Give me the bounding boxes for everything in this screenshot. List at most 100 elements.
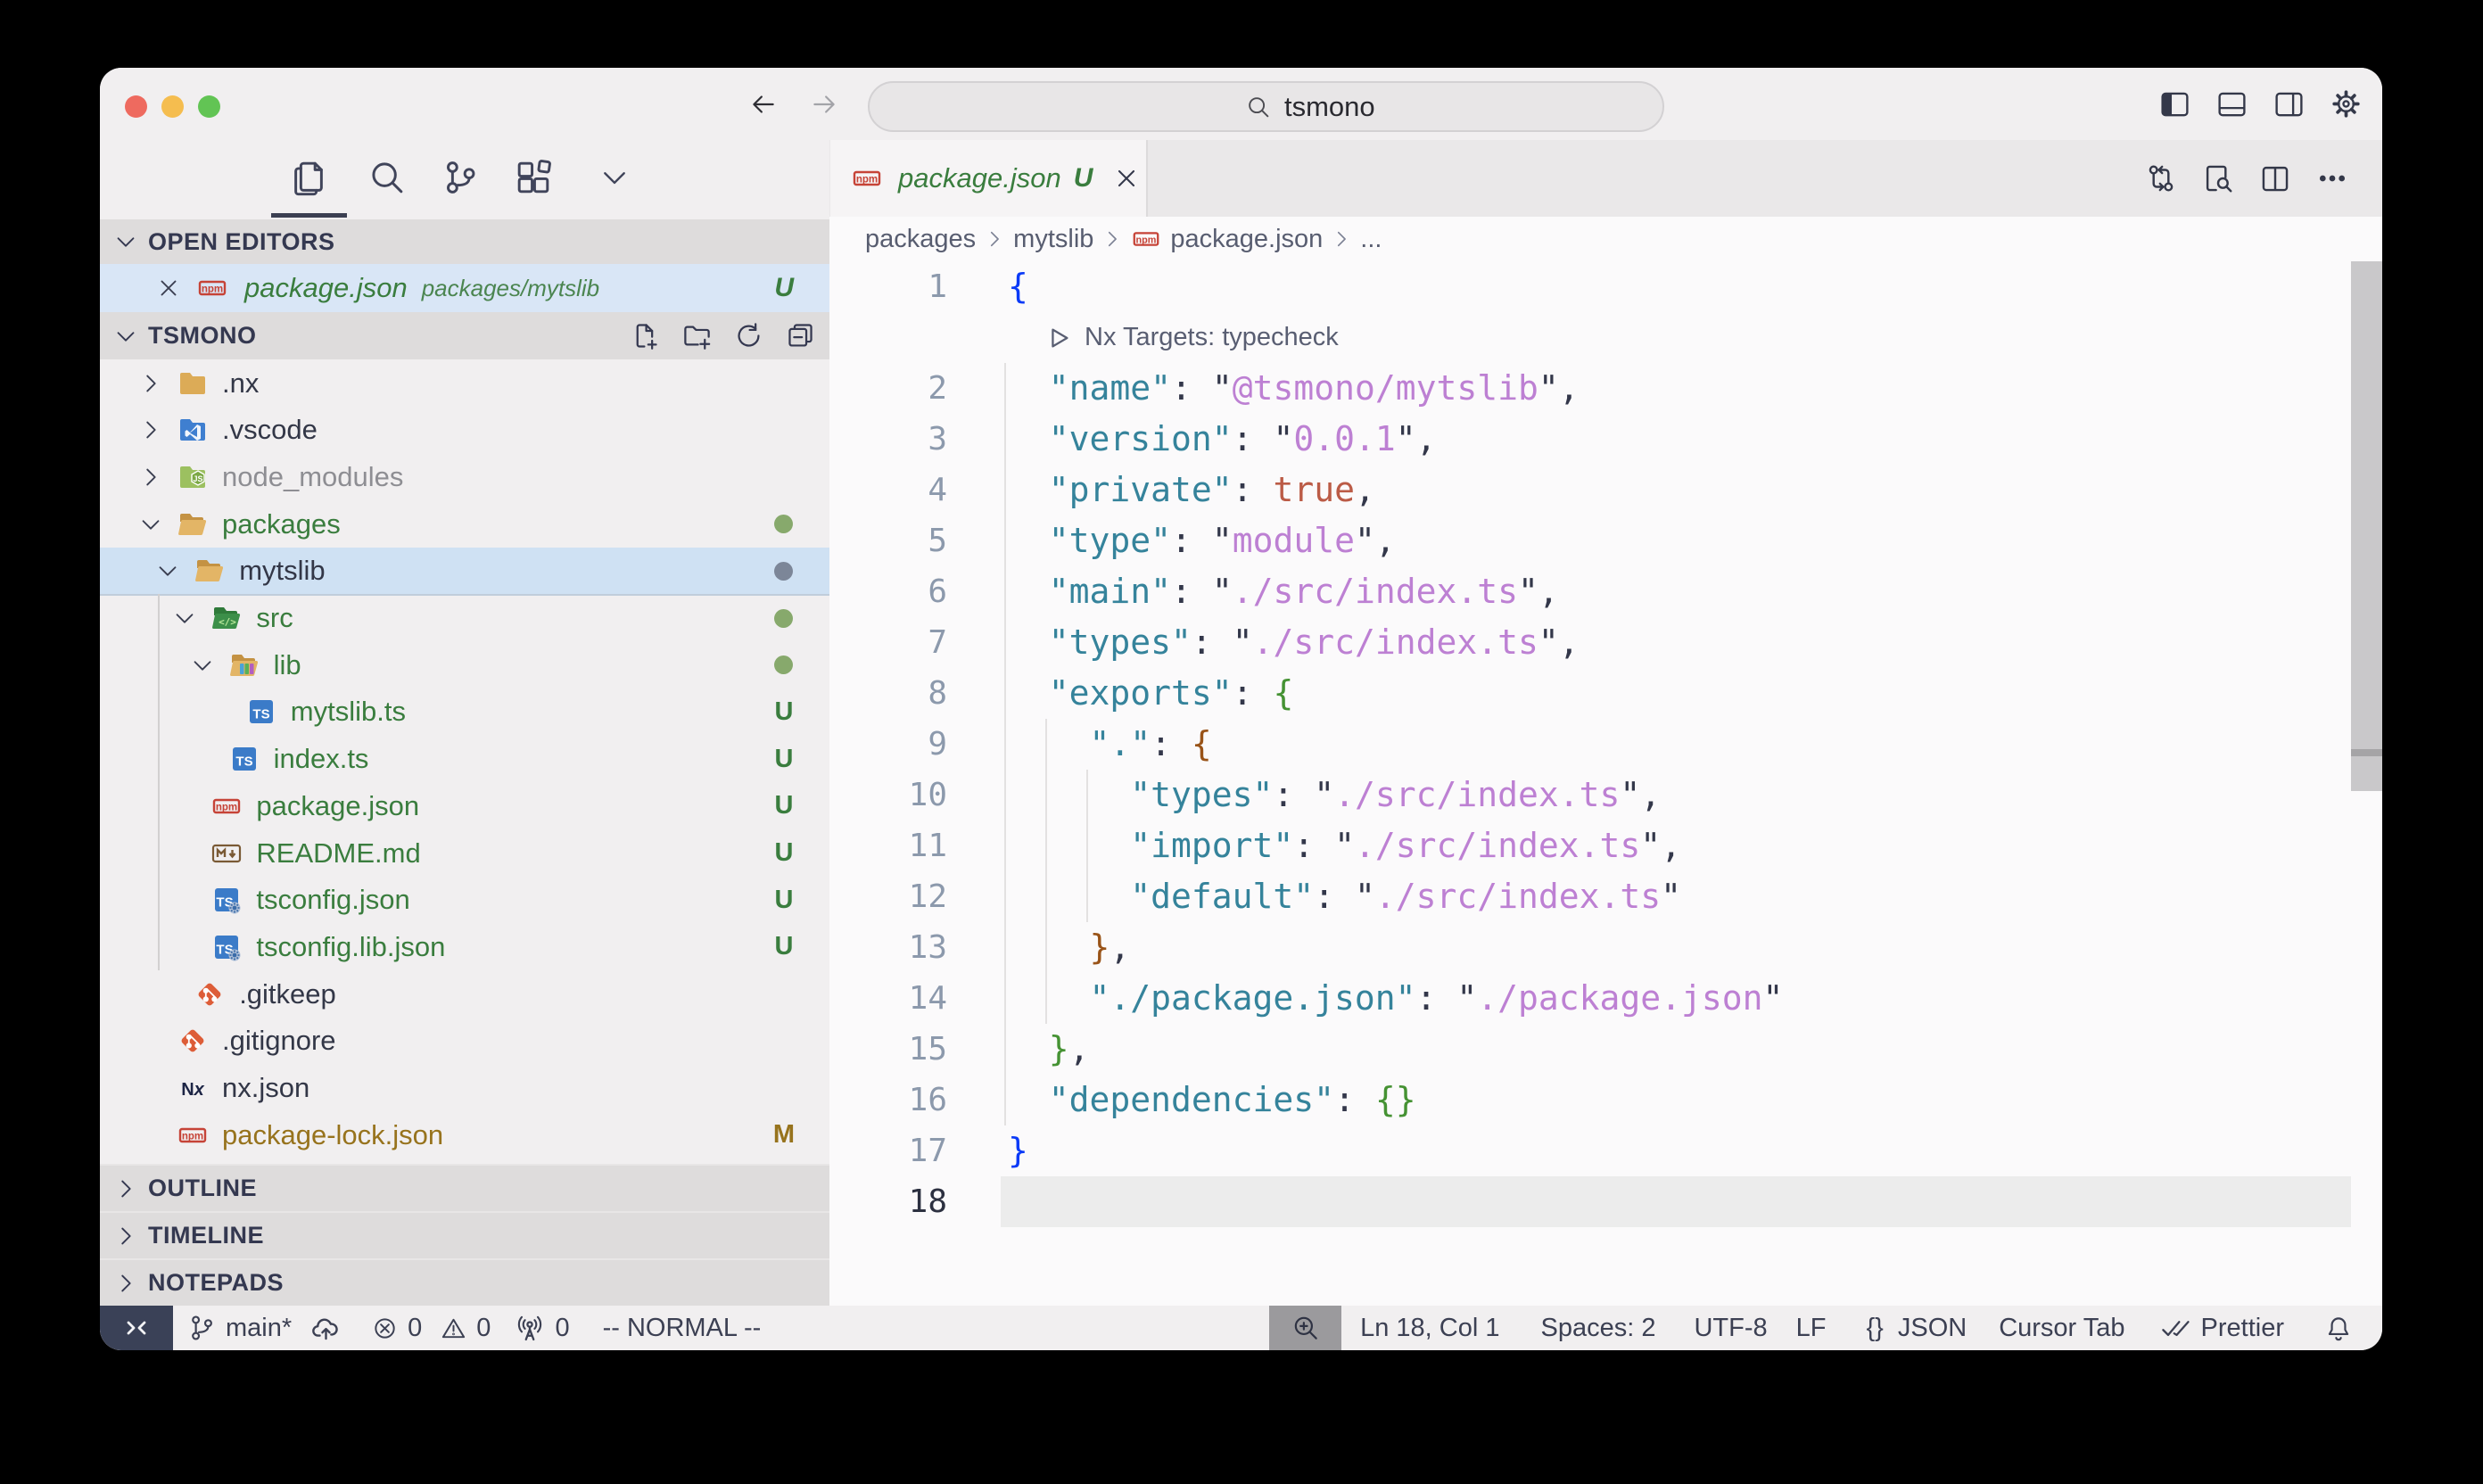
notifications-item[interactable]: [2323, 1313, 2354, 1343]
screencast-zoom-badge[interactable]: [1269, 1306, 1341, 1350]
chevron-down-view-icon[interactable]: [590, 140, 639, 215]
more-actions-icon[interactable]: [2315, 161, 2349, 195]
minimize-window-button[interactable]: [161, 95, 184, 118]
vim-mode-item[interactable]: -- NORMAL --: [603, 1314, 762, 1343]
section-header-outline[interactable]: OUTLINE: [100, 1164, 829, 1211]
command-center-search[interactable]: tsmono: [868, 81, 1664, 132]
forward-arrow-icon[interactable]: [809, 89, 839, 120]
toggle-panel-icon[interactable]: [2215, 87, 2248, 120]
tree-item-nx-json[interactable]: Nxnx.json: [100, 1065, 829, 1112]
tab-bar: npm package.json U: [829, 140, 2382, 217]
collapse-all-icon[interactable]: [785, 320, 816, 351]
back-arrow-icon[interactable]: [748, 89, 779, 120]
tree-item-package-json[interactable]: npmpackage.jsonU: [100, 782, 829, 829]
line-number: 8: [829, 668, 947, 719]
open-editors-header[interactable]: OPEN EDITORS: [100, 219, 829, 264]
tree-item--vscode[interactable]: .vscode: [100, 407, 829, 454]
tree-item-mytslib[interactable]: mytslib: [100, 548, 829, 595]
formatter-item[interactable]: Prettier: [2160, 1312, 2284, 1344]
breadcrumb-mytslib[interactable]: mytslib: [1013, 225, 1093, 254]
tab-package-json[interactable]: npm package.json U: [830, 140, 1148, 217]
toggle-primary-sidebar-icon[interactable]: [2158, 87, 2191, 120]
search-view-icon[interactable]: [362, 140, 412, 215]
tree-item-label: index.ts: [274, 743, 369, 775]
bell-icon: [2323, 1313, 2354, 1343]
toggle-secondary-sidebar-icon[interactable]: [2273, 87, 2306, 120]
encoding-item[interactable]: UTF-8: [1694, 1314, 1767, 1343]
breadcrumb-package-json[interactable]: package.json: [1170, 225, 1323, 254]
zoom-window-button[interactable]: [198, 95, 220, 118]
code-token: :: [1151, 724, 1192, 763]
tree-item-lib[interactable]: lib: [100, 641, 829, 688]
tree-item-readme-md[interactable]: README.mdU: [100, 829, 829, 877]
eol-item[interactable]: LF: [1796, 1314, 1827, 1343]
code-line-9: ".": {: [1008, 719, 1783, 770]
code-token: ": [1538, 622, 1559, 662]
explorer-section-header[interactable]: TSMONO: [100, 312, 829, 359]
refresh-icon[interactable]: [733, 320, 764, 351]
chevron-down-icon: [154, 557, 181, 584]
tree-item-label: mytslib: [239, 555, 325, 587]
code-line-7: "types": "./src/index.ts",: [1008, 617, 1783, 668]
tree-item--nx[interactable]: .nx: [100, 359, 829, 407]
settings-gear-icon[interactable]: [2330, 87, 2363, 120]
section-header-notepads[interactable]: NOTEPADS: [100, 1258, 829, 1306]
open-preview-icon[interactable]: [2201, 161, 2235, 195]
code-token: ": [1212, 572, 1233, 611]
cursor-tab-item[interactable]: Cursor Tab: [1999, 1314, 2124, 1343]
explorer-view-icon[interactable]: [284, 140, 334, 215]
git-branch-item[interactable]: main*: [186, 1312, 342, 1345]
tree-item-tsconfig-json[interactable]: TStsconfig.jsonU: [100, 877, 829, 924]
codelens[interactable]: Nx Targets: typecheck: [1008, 312, 1783, 363]
git-branch-icon: [186, 1313, 217, 1343]
code-token: "version": [1049, 419, 1233, 458]
tree-item-packages[interactable]: packages: [100, 500, 829, 548]
warnings-icon: [440, 1315, 467, 1342]
cursor-position-item[interactable]: Ln 18, Col 1: [1360, 1314, 1499, 1343]
open-changes-icon[interactable]: [2144, 161, 2178, 195]
git-dot-badge: [774, 609, 793, 628]
breadcrumb--[interactable]: ...: [1360, 225, 1382, 254]
split-editor-icon[interactable]: [2258, 161, 2292, 195]
tree-item-src[interactable]: </>src: [100, 595, 829, 642]
close-icon[interactable]: [1112, 164, 1141, 193]
indentation-item[interactable]: Spaces: 2: [1540, 1314, 1655, 1343]
code-editor[interactable]: 123456789101112131415161718 {Nx Targets:…: [829, 261, 2382, 1306]
vertical-scrollbar-thumb[interactable]: [2351, 261, 2382, 791]
code-token: }: [1008, 1131, 1028, 1170]
line-number: 11: [829, 820, 947, 871]
section-label: TIMELINE: [148, 1222, 264, 1249]
tree-item-node-modules[interactable]: JSnode_modules: [100, 453, 829, 500]
language-mode-item[interactable]: {} JSON: [1866, 1314, 1967, 1343]
new-folder-icon[interactable]: [681, 320, 713, 351]
ports-item[interactable]: 0: [514, 1312, 569, 1344]
source-control-view-icon[interactable]: [435, 140, 485, 215]
code-token: ": [1355, 877, 1375, 916]
remote-indicator[interactable]: [100, 1306, 173, 1350]
problems-item[interactable]: 0 0: [371, 1314, 491, 1343]
open-editor-item[interactable]: npm package.json packages/mytslib U: [100, 264, 829, 312]
chevron-down-icon: [137, 511, 164, 538]
folder-icon: [177, 367, 209, 400]
code-token: [1008, 521, 1049, 560]
gutter-spacer: [829, 312, 947, 363]
svg-text:JS: JS: [193, 474, 202, 483]
tree-item--gitignore[interactable]: .gitignore: [100, 1018, 829, 1065]
tree-item-label: mytslib.ts: [291, 696, 406, 728]
tree-item-index-ts[interactable]: TSindex.tsU: [100, 736, 829, 783]
new-file-icon[interactable]: [630, 320, 661, 351]
section-header-timeline[interactable]: TIMELINE: [100, 1211, 829, 1258]
indentation-label: Spaces: 2: [1540, 1314, 1655, 1343]
breadcrumb-packages[interactable]: packages: [865, 225, 976, 254]
errors-icon: [371, 1315, 399, 1342]
tree-item-mytslib-ts[interactable]: TSmytslib.tsU: [100, 688, 829, 736]
code-token: {: [1192, 724, 1212, 763]
code-token: "main": [1049, 572, 1171, 611]
close-icon[interactable]: [155, 275, 182, 301]
close-window-button[interactable]: [125, 95, 147, 118]
tree-item-package-lock-json[interactable]: npmpackage-lock.jsonM: [100, 1111, 829, 1158]
code-token: :: [1171, 521, 1212, 560]
tree-item-tsconfig-lib-json[interactable]: TStsconfig.lib.jsonU: [100, 923, 829, 970]
extensions-view-icon[interactable]: [508, 140, 558, 215]
tree-item--gitkeep[interactable]: .gitkeep: [100, 970, 829, 1018]
